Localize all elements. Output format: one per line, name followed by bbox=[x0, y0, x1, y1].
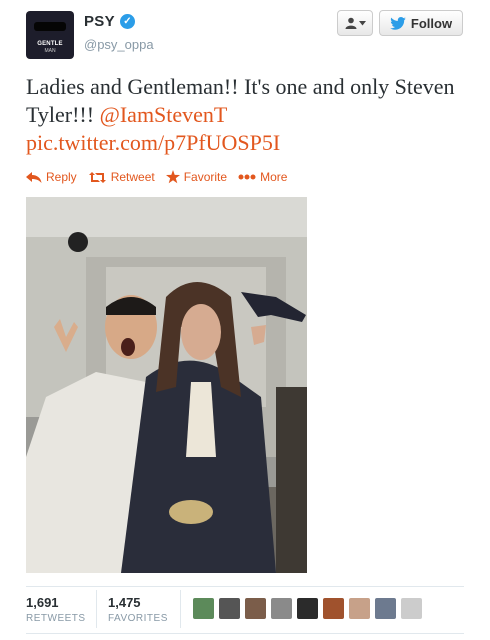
favoriter-avatar[interactable] bbox=[271, 598, 292, 619]
tweet-body: Ladies and Gentleman!! It's one and only… bbox=[26, 74, 455, 127]
follow-button-label: Follow bbox=[410, 15, 453, 31]
favoriter-avatar[interactable] bbox=[219, 598, 240, 619]
stats-separator bbox=[96, 590, 97, 628]
retweet-icon bbox=[88, 171, 106, 183]
more-dots-icon bbox=[238, 174, 256, 180]
more-action[interactable]: More bbox=[238, 170, 287, 184]
photo-illustration bbox=[26, 197, 307, 573]
favoriter-avatar[interactable] bbox=[401, 598, 422, 619]
reply-arrow-icon bbox=[26, 171, 42, 183]
follow-button[interactable]: Follow bbox=[379, 10, 463, 36]
favoriter-avatar[interactable] bbox=[193, 598, 214, 619]
retweets-stat[interactable]: 1,691 RETWEETS bbox=[26, 595, 86, 624]
pic-link[interactable]: pic.twitter.com/p7PfUOSP5I bbox=[26, 130, 280, 155]
more-label: More bbox=[260, 170, 288, 184]
retweets-count: 1,691 bbox=[26, 595, 59, 610]
retweet-label: Retweet bbox=[110, 170, 155, 184]
profile-handle[interactable]: @psy_oppa bbox=[84, 37, 154, 52]
retweet-action[interactable]: Retweet bbox=[88, 170, 155, 184]
reply-label: Reply bbox=[46, 170, 77, 184]
stats-separator-2 bbox=[180, 590, 181, 628]
favoriter-avatar[interactable] bbox=[323, 598, 344, 619]
favoriter-avatars bbox=[193, 598, 422, 619]
stats-bottom-divider bbox=[26, 633, 464, 634]
tweet-actions: Reply Retweet Favorite More bbox=[26, 170, 298, 184]
favoriter-avatar[interactable] bbox=[245, 598, 266, 619]
retweets-label: RETWEETS bbox=[26, 613, 86, 624]
caret-down-icon bbox=[358, 20, 366, 25]
favorites-label: FAVORITES bbox=[108, 613, 168, 624]
avatar-brand-subtext: MAN bbox=[44, 48, 56, 54]
favorites-stat[interactable]: 1,475 FAVORITES bbox=[108, 595, 168, 624]
stats-top-divider bbox=[26, 586, 464, 587]
favoriter-avatar[interactable] bbox=[375, 598, 396, 619]
avatar-glasses bbox=[34, 22, 66, 31]
profile-name-row: PSY ✓ bbox=[84, 13, 135, 30]
favoriter-avatar[interactable] bbox=[297, 598, 318, 619]
tweet-photo[interactable] bbox=[26, 197, 307, 573]
favorite-label: Favorite bbox=[183, 170, 228, 184]
twitter-bird-icon bbox=[390, 16, 406, 30]
profile-avatar[interactable]: GENTLE MAN bbox=[26, 11, 74, 59]
profile-name[interactable]: PSY bbox=[84, 13, 115, 30]
user-actions-dropdown[interactable] bbox=[337, 10, 373, 36]
mention-link[interactable]: @IamStevenT bbox=[100, 102, 228, 127]
star-icon bbox=[165, 170, 180, 184]
tweet-text: Ladies and Gentleman!! It's one and only… bbox=[26, 73, 476, 157]
user-icon bbox=[345, 17, 356, 29]
avatar-brand-text: GENTLE bbox=[37, 41, 63, 47]
favorites-count: 1,475 bbox=[108, 595, 141, 610]
favorite-action[interactable]: Favorite bbox=[165, 170, 228, 184]
favoriter-avatar[interactable] bbox=[349, 598, 370, 619]
reply-action[interactable]: Reply bbox=[26, 170, 77, 184]
verified-badge-icon: ✓ bbox=[119, 14, 135, 29]
